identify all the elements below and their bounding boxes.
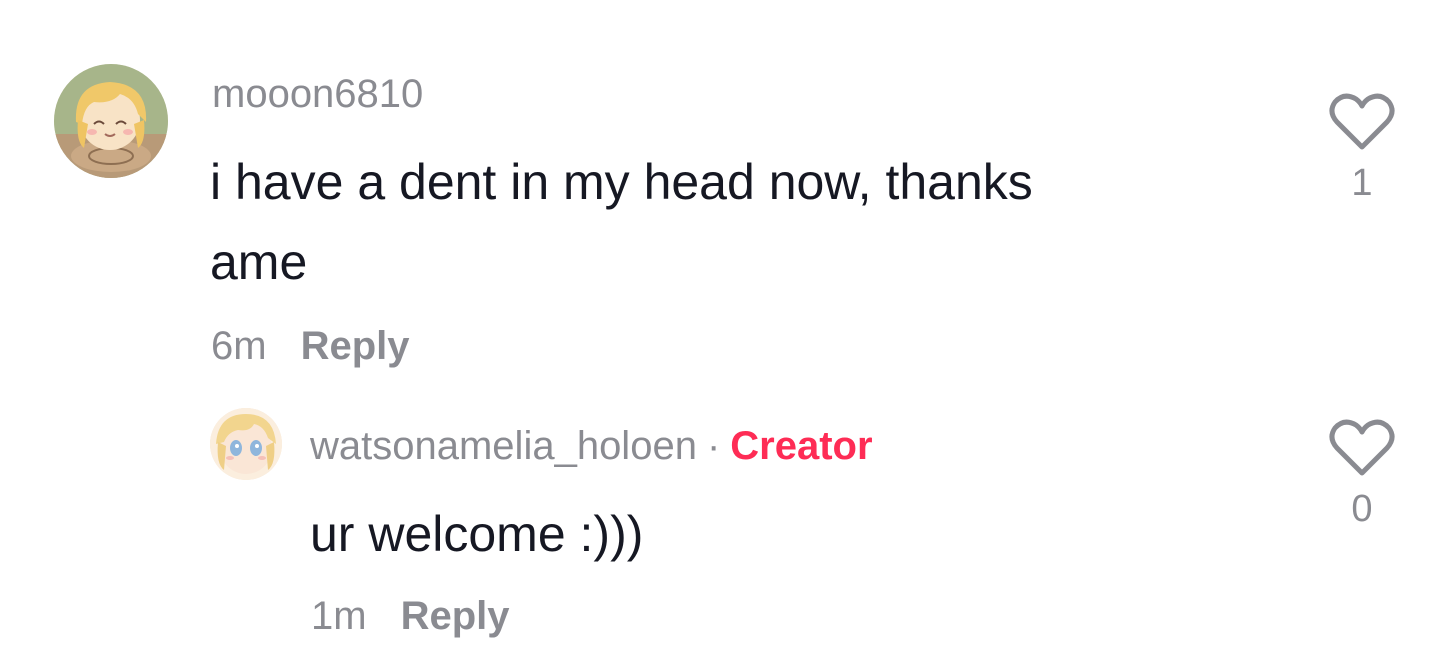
like-button[interactable]: 0: [1327, 418, 1397, 528]
creator-badge: Creator: [730, 424, 873, 468]
like-count: 0: [1351, 488, 1373, 530]
heart-outline-icon: [1329, 419, 1395, 476]
reply-timestamp: 1m: [311, 594, 367, 638]
reply-button[interactable]: Reply: [301, 324, 410, 368]
comments-panel: mooon6810 i have a dent in my head now, …: [0, 0, 1440, 660]
comment-timestamp: 6m: [211, 324, 267, 368]
avatar[interactable]: [210, 408, 282, 480]
anime-blonde-blue-eyes-avatar-icon: [210, 408, 282, 480]
reply-meta: 1m Reply: [311, 596, 510, 636]
comment-username[interactable]: mooon6810: [212, 74, 423, 114]
reply-text: ur welcome :))): [310, 506, 644, 562]
comment-text-line: ame: [210, 234, 308, 290]
comment-meta: 6m Reply: [211, 326, 410, 366]
separator-dot: ·: [706, 424, 721, 468]
like-button[interactable]: 1: [1327, 92, 1397, 202]
reply-username[interactable]: watsonamelia_holoen: [310, 424, 697, 468]
comment-text-line: i have a dent in my head now, thanks: [210, 154, 1033, 210]
avatar[interactable]: [54, 64, 168, 178]
like-count: 1: [1351, 162, 1373, 204]
comment-text: i have a dent in my head now, thanks ame: [210, 142, 1033, 302]
reply-button[interactable]: Reply: [401, 594, 510, 638]
reply-username-row: watsonamelia_holoen · Creator: [310, 426, 873, 466]
anime-blonde-girl-avatar-icon: [54, 64, 168, 178]
heart-outline-icon: [1329, 93, 1395, 150]
